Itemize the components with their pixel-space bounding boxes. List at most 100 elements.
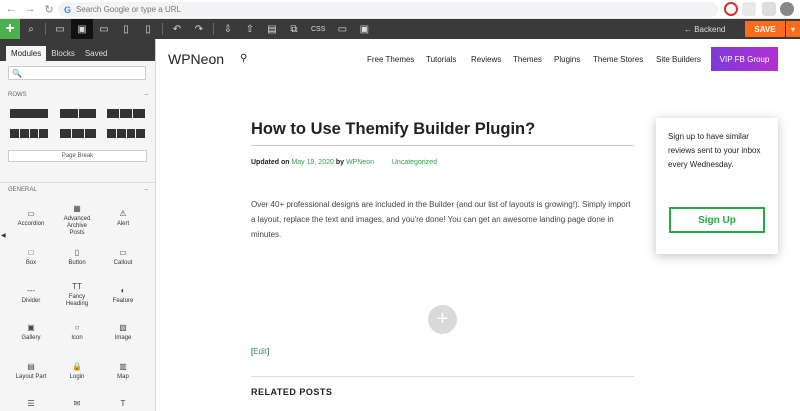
module-box[interactable]: □ Box: [8, 247, 54, 267]
site-search-icon[interactable]: ⚲: [240, 53, 247, 64]
module-layout-part[interactable]: ▤ Layout Part: [8, 361, 54, 381]
panel-collapse-arrow-icon[interactable]: ◀: [1, 232, 6, 239]
add-module-button[interactable]: +: [0, 19, 20, 39]
module-fancy-heading[interactable]: TT Fancy Heading: [54, 281, 100, 308]
module-map[interactable]: ▥ Map: [100, 361, 146, 381]
general-section-header[interactable]: GENERAL –: [8, 185, 148, 195]
back-icon[interactable]: ←: [3, 1, 19, 17]
title-divider: [251, 145, 634, 146]
module-button[interactable]: ▯ Button: [54, 247, 100, 267]
row-layout-3[interactable]: [107, 109, 145, 118]
save-button[interactable]: SAVE: [745, 21, 785, 37]
module-label: Divider: [21, 298, 41, 304]
post-meta: Updated on May 19, 2020 by WPNeon Uncate…: [251, 159, 437, 166]
module-label: Map: [117, 374, 129, 380]
module-label: Button: [68, 260, 86, 266]
button-icon: ▯: [74, 247, 80, 257]
meta-date[interactable]: May 19, 2020: [291, 159, 333, 166]
backend-button[interactable]: ← Backend: [684, 19, 725, 39]
reload-icon[interactable]: ↻: [41, 1, 57, 17]
collapse-icon: –: [144, 187, 148, 193]
meta-updated: Updated on: [251, 159, 290, 166]
extension-icon[interactable]: [762, 2, 776, 16]
save-menu-chevron-icon[interactable]: ▾: [786, 21, 800, 37]
nav-plugins[interactable]: Plugins: [554, 55, 580, 64]
laptop-view-icon[interactable]: ▣: [71, 19, 93, 39]
tab-blocks[interactable]: Blocks: [46, 46, 80, 61]
module-feature[interactable]: ◐ Feature: [100, 285, 146, 305]
module-search-input[interactable]: 🔍: [8, 66, 146, 80]
module-label: Login: [69, 374, 85, 380]
tab-saved[interactable]: Saved: [80, 46, 113, 61]
module-image[interactable]: ▨ Image: [100, 322, 146, 342]
toolbar-divider: [162, 23, 163, 35]
module-menu[interactable]: ☰: [8, 398, 54, 408]
module-icon[interactable]: ○ Icon: [54, 322, 100, 342]
meta-category[interactable]: Uncategorized: [392, 159, 437, 166]
search-icon: 🔍: [12, 68, 22, 78]
module-accordion[interactable]: ▭ Accordion: [8, 208, 54, 228]
box-icon: □: [28, 247, 34, 257]
tab-modules[interactable]: Modules: [6, 46, 47, 61]
nav-tutorials[interactable]: Tutorials: [426, 55, 456, 64]
row-layout-6[interactable]: [107, 129, 145, 138]
meta-author[interactable]: WPNeon: [346, 159, 374, 166]
address-bar[interactable]: G Search Google or type a URL: [58, 2, 718, 17]
help-icon[interactable]: ▣: [353, 19, 375, 39]
extension-icon[interactable]: [724, 2, 738, 16]
row-layout-2[interactable]: [60, 109, 96, 118]
module-login[interactable]: 🔒 Login: [54, 361, 100, 381]
nav-themes[interactable]: Themes: [513, 55, 542, 64]
nav-reviews[interactable]: Reviews: [471, 55, 501, 64]
edit-link-text[interactable]: Edit: [253, 347, 267, 356]
tablet-portrait-icon[interactable]: ▯: [115, 19, 137, 39]
image-icon: ▨: [119, 322, 127, 332]
module-label: Callout: [113, 260, 133, 266]
post-title: How to Use Themify Builder Plugin?: [251, 120, 536, 138]
export-icon[interactable]: ⇧: [239, 19, 261, 39]
settings-icon[interactable]: ▭: [331, 19, 353, 39]
desktop-view-icon[interactable]: ▭: [49, 19, 71, 39]
row-layout-5[interactable]: [60, 129, 96, 138]
post-body: Over 40+ professional designs are includ…: [251, 200, 631, 239]
extension-icon[interactable]: [742, 2, 756, 16]
add-row-icon[interactable]: +: [428, 305, 457, 334]
duplicate-icon[interactable]: ⧉: [283, 19, 305, 39]
map-icon: ▥: [119, 361, 127, 371]
profile-avatar[interactable]: [780, 2, 794, 16]
module-divider[interactable]: --- Divider: [8, 285, 54, 305]
site-logo[interactable]: WPNeon: [168, 51, 224, 67]
nav-theme-stores[interactable]: Theme Stores: [593, 55, 643, 64]
tablet-landscape-icon[interactable]: ▭: [93, 19, 115, 39]
module-label: Feature: [112, 298, 134, 304]
module-text[interactable]: T: [100, 398, 146, 408]
layout-part-icon: ▤: [27, 361, 35, 371]
undo-icon[interactable]: ↶: [166, 19, 188, 39]
zoom-icon[interactable]: ⌕: [20, 19, 42, 39]
module-callout[interactable]: ▭ Callout: [100, 247, 146, 267]
accordion-icon: ▭: [27, 208, 35, 218]
nav-free-themes[interactable]: Free Themes: [367, 55, 414, 64]
rows-section-header[interactable]: ROWS –: [8, 90, 148, 100]
redo-icon[interactable]: ↷: [188, 19, 210, 39]
menu-icon: ☰: [27, 398, 35, 408]
text-icon: T: [120, 398, 126, 408]
signup-widget: Sign up to have similar reviews sent to …: [656, 118, 778, 254]
module-advanced-archive-posts[interactable]: ▦ Advanced Archive Posts: [54, 203, 100, 237]
forward-icon[interactable]: →: [22, 1, 38, 17]
rows-label: ROWS: [8, 92, 27, 98]
row-layout-1[interactable]: [10, 109, 48, 118]
module-optin[interactable]: ✉: [54, 398, 100, 408]
import-icon[interactable]: ⇩: [217, 19, 239, 39]
divider-icon: ---: [27, 285, 35, 295]
page-break-module[interactable]: Page Break: [8, 150, 147, 162]
sign-up-button[interactable]: Sign Up: [669, 207, 765, 233]
row-layout-4[interactable]: [10, 129, 48, 138]
vip-fb-group-button[interactable]: VIP FB Group: [711, 47, 778, 71]
layouts-icon[interactable]: ▤: [261, 19, 283, 39]
module-gallery[interactable]: ▣ Gallery: [8, 322, 54, 342]
module-alert[interactable]: ⚠ Alert: [100, 208, 146, 228]
mobile-view-icon[interactable]: ▯: [137, 19, 159, 39]
nav-site-builders[interactable]: Site Builders: [656, 55, 701, 64]
css-button[interactable]: CSS: [305, 26, 331, 33]
